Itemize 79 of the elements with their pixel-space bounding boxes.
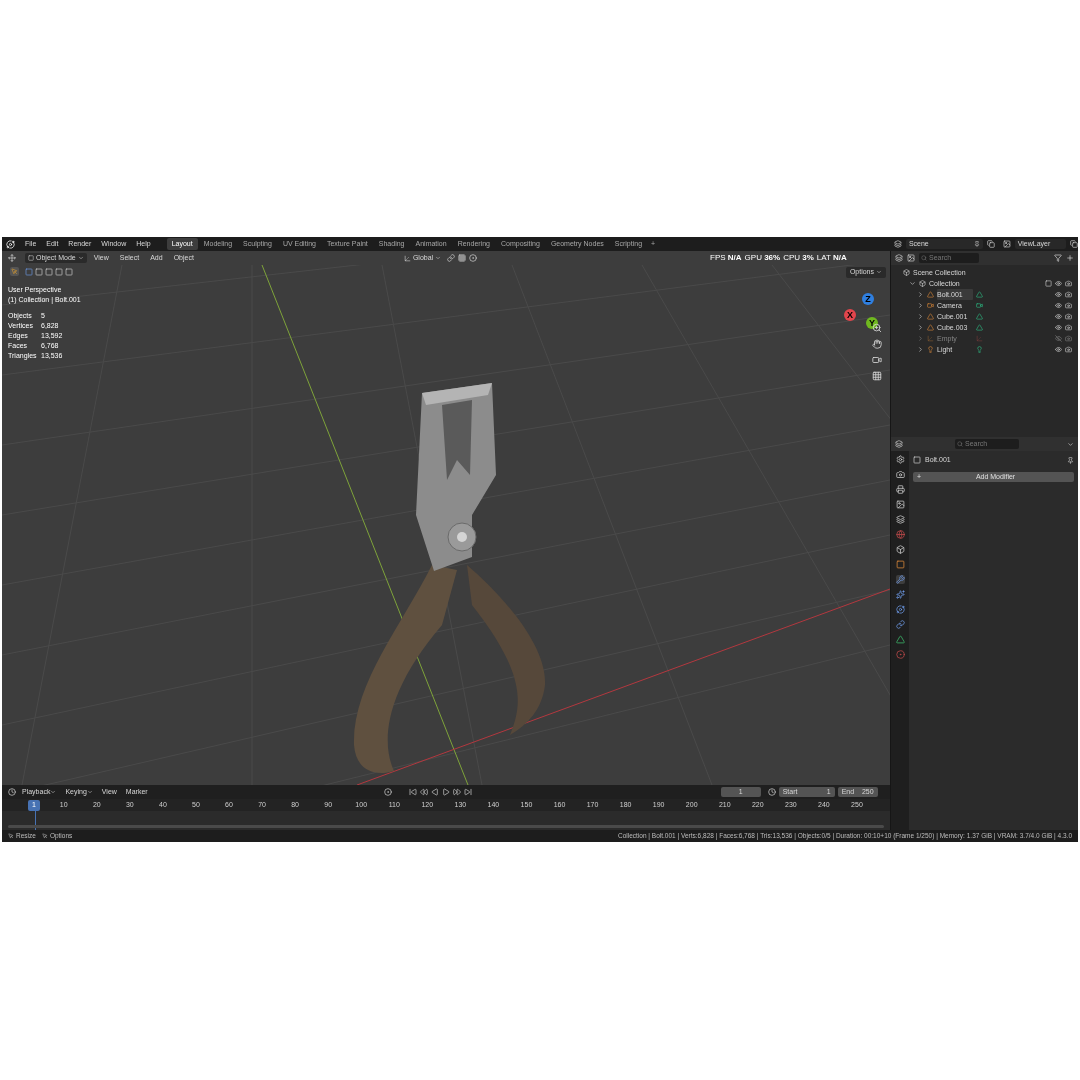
image-stack-icon[interactable] xyxy=(895,500,905,509)
expand-caret-icon[interactable] xyxy=(909,280,916,287)
caret-icon xyxy=(77,255,84,261)
select-tool-icon[interactable] xyxy=(10,267,19,276)
data-axes-icon xyxy=(976,335,983,342)
data-camera-icon xyxy=(976,302,983,309)
pin-icon[interactable] xyxy=(1067,456,1074,464)
caret-icon xyxy=(86,789,93,795)
eye-closed-icon[interactable] xyxy=(1055,335,1062,342)
eye-icon[interactable] xyxy=(1055,324,1062,331)
record-icon[interactable] xyxy=(383,788,392,796)
axes-icon xyxy=(403,254,411,262)
copy-icon[interactable] xyxy=(1070,240,1078,248)
axis-label: X xyxy=(844,309,856,321)
wrench-icon[interactable] xyxy=(895,575,905,584)
pin-icon[interactable] xyxy=(973,241,980,247)
next-keyframe-icon[interactable] xyxy=(452,788,461,796)
hand-icon[interactable] xyxy=(872,339,882,349)
transform-icon[interactable] xyxy=(8,254,16,262)
printer-icon[interactable] xyxy=(895,485,905,494)
play-reverse-icon[interactable] xyxy=(430,788,439,796)
axis-label: Z xyxy=(862,293,874,305)
collection-icon xyxy=(919,280,926,287)
tool-icon[interactable] xyxy=(895,455,905,464)
play-icon[interactable] xyxy=(441,788,450,796)
caret-icon xyxy=(876,269,882,276)
search-icon xyxy=(957,441,963,447)
snap-icon[interactable] xyxy=(458,254,467,262)
jump-end-icon[interactable] xyxy=(463,788,472,796)
proportional-icon[interactable] xyxy=(469,254,478,262)
camera-icon[interactable] xyxy=(1065,324,1072,331)
material-ball-icon[interactable] xyxy=(895,650,905,659)
caret-icon xyxy=(435,255,442,261)
eye-icon[interactable] xyxy=(1055,313,1062,320)
camera-icon[interactable] xyxy=(1065,302,1072,309)
globe-icon[interactable] xyxy=(895,530,905,539)
view-icon[interactable] xyxy=(907,254,915,262)
camera-icon[interactable] xyxy=(1065,280,1072,287)
editor-type-icon[interactable] xyxy=(895,440,903,448)
camera-icon[interactable] xyxy=(895,470,905,479)
data-triangle-icon xyxy=(976,291,983,298)
camera-icon[interactable] xyxy=(872,355,882,365)
link-icon[interactable] xyxy=(895,620,905,629)
copy-icon[interactable] xyxy=(986,240,995,248)
view-layer-icon[interactable] xyxy=(1002,240,1011,248)
scene-icon[interactable] xyxy=(895,515,905,524)
filter-icon[interactable] xyxy=(1054,254,1062,262)
display-mode-icon[interactable] xyxy=(895,254,903,262)
object-icon xyxy=(913,456,921,465)
grid-icon[interactable] xyxy=(872,371,882,381)
clock-icon[interactable] xyxy=(8,788,16,796)
data-bulb-icon xyxy=(976,346,983,353)
box-icon[interactable] xyxy=(895,545,905,554)
mouse-icon xyxy=(41,833,48,839)
camera-icon[interactable] xyxy=(1065,313,1072,320)
stopwatch-icon[interactable] xyxy=(767,788,776,796)
eye-icon[interactable] xyxy=(1055,302,1062,309)
eye-icon[interactable] xyxy=(1055,280,1062,287)
eye-icon[interactable] xyxy=(1055,291,1062,298)
camera-icon[interactable] xyxy=(1065,291,1072,298)
performance-readout: FPS N/A GPU 36% CPU 3% LAT N/A xyxy=(710,252,847,264)
jump-start-icon[interactable] xyxy=(408,788,417,796)
square-icon[interactable] xyxy=(895,560,905,569)
scene-collection-icon xyxy=(903,269,910,276)
previous-keyframe-icon[interactable] xyxy=(419,788,428,796)
link-icon[interactable] xyxy=(447,254,456,262)
checkbox-icon[interactable] xyxy=(1045,280,1052,287)
caret-icon xyxy=(50,789,57,795)
particles-icon[interactable] xyxy=(895,590,905,599)
blender-logo-icon[interactable] xyxy=(6,239,15,249)
dropdown-icon[interactable] xyxy=(1067,440,1074,448)
triangle-icon[interactable] xyxy=(895,635,905,644)
mouse-icon xyxy=(8,833,14,839)
scene-icon[interactable] xyxy=(894,240,902,248)
search-icon xyxy=(921,255,927,261)
orbit-icon[interactable] xyxy=(895,605,905,614)
camera-icon[interactable] xyxy=(1065,346,1072,353)
eye-icon[interactable] xyxy=(1055,346,1062,353)
new-collection-icon[interactable] xyxy=(1066,254,1074,262)
